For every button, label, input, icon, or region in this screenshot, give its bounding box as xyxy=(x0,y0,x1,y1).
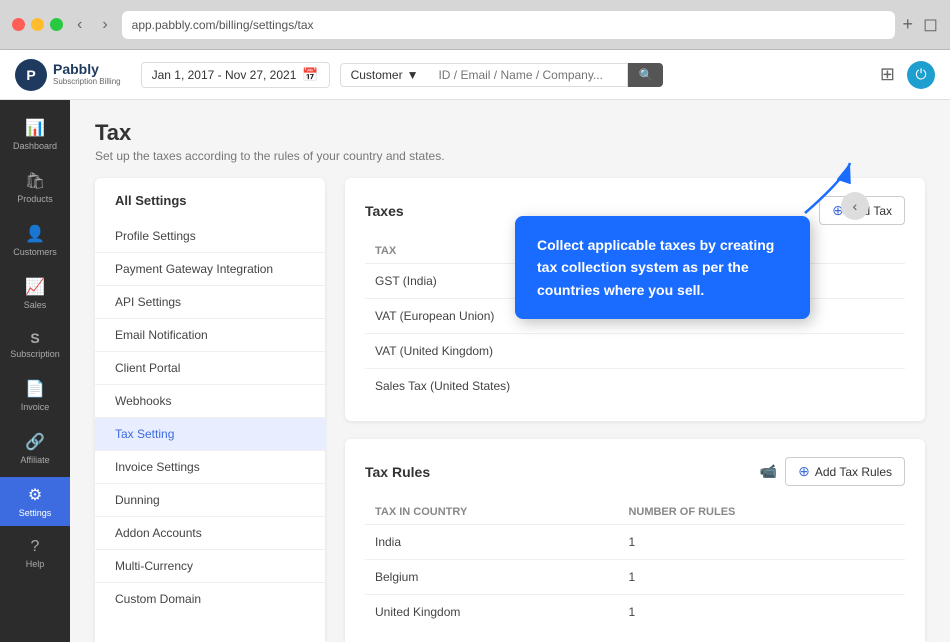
chevron-down-icon: ▼ xyxy=(407,68,419,82)
date-range-picker[interactable]: Jan 1, 2017 - Nov 27, 2021 📅 xyxy=(141,62,330,88)
new-tab-icon[interactable]: + xyxy=(903,14,914,35)
plus-circle-icon-rules: ⊕ xyxy=(798,463,810,480)
calendar-icon: 📅 xyxy=(302,67,318,83)
forward-button[interactable]: › xyxy=(96,14,113,36)
window-icon[interactable]: ◻ xyxy=(923,14,938,35)
close-btn[interactable] xyxy=(12,18,25,31)
browser-chrome: ‹ › app.pabbly.com/billing/settings/tax … xyxy=(0,0,950,50)
settings-nav-portal[interactable]: Client Portal xyxy=(95,352,325,385)
table-row: VAT (United Kingdom) xyxy=(365,334,905,369)
settings-nav-gateway[interactable]: Payment Gateway Integration xyxy=(95,253,325,286)
tax-rules-count-cell: 1 xyxy=(618,525,905,560)
sidebar-item-help[interactable]: ? Help xyxy=(0,530,70,577)
search-input[interactable] xyxy=(428,63,628,87)
tax-country-cell: United Kingdom xyxy=(365,595,618,630)
tax-country-cell: India xyxy=(365,525,618,560)
top-bar: P Pabbly Subscription Billing Jan 1, 201… xyxy=(0,50,950,100)
tax-rules-card: Tax Rules 📹 ⊕ Add Tax Rules xyxy=(345,439,925,642)
tax-rules-title: Tax Rules xyxy=(365,464,430,480)
products-icon: 🛍 xyxy=(25,171,45,191)
logo-area: P Pabbly Subscription Billing xyxy=(15,59,121,91)
tax-rules-card-header: Tax Rules 📹 ⊕ Add Tax Rules xyxy=(365,457,905,486)
dashboard-icon: 📊 xyxy=(25,118,45,138)
settings-nav-invoice[interactable]: Invoice Settings xyxy=(95,451,325,484)
tax-name-cell: VAT (United Kingdom) xyxy=(365,334,905,369)
power-button[interactable]: ⏻ xyxy=(907,61,935,89)
sidebar-item-customers[interactable]: 👤 Customers xyxy=(0,216,70,265)
video-icon: 📹 xyxy=(760,463,777,480)
help-icon: ? xyxy=(31,538,40,556)
tax-rules-table: TAX IN COUNTRY NUMBER OF RULES India 1 xyxy=(365,500,905,629)
settings-content: Taxes ⊕ Add Tax xyxy=(345,178,925,642)
sidebar-item-affiliate[interactable]: 🔗 Affiliate xyxy=(0,424,70,473)
arrow-pointer xyxy=(795,158,865,218)
logo-text: Pabbly Subscription Billing xyxy=(53,62,121,86)
settings-nav-dunning[interactable]: Dunning xyxy=(95,484,325,517)
table-row: Sales Tax (United States) xyxy=(365,369,905,404)
tax-tooltip: Collect applicable taxes by creating tax… xyxy=(515,216,810,319)
sidebar-item-invoice[interactable]: 📄 Invoice xyxy=(0,371,70,420)
table-row: United Kingdom 1 xyxy=(365,595,905,630)
page-title: Tax xyxy=(95,120,925,146)
logo-main-text: Pabbly xyxy=(53,62,121,77)
back-button[interactable]: ‹ xyxy=(71,14,88,36)
top-bar-right: ⊞ ⏻ xyxy=(880,61,935,89)
settings-nav-title: All Settings xyxy=(95,193,325,220)
content-area: Tax Set up the taxes according to the ru… xyxy=(70,100,950,642)
customer-label: Customer xyxy=(351,68,403,82)
tax-name-cell: Sales Tax (United States) xyxy=(365,369,905,404)
settings-icon: ⚙ xyxy=(28,485,42,505)
affiliate-icon: 🔗 xyxy=(25,432,45,452)
date-range-text: Jan 1, 2017 - Nov 27, 2021 xyxy=(152,68,297,82)
minimize-btn[interactable] xyxy=(31,18,44,31)
settings-nav-api[interactable]: API Settings xyxy=(95,286,325,319)
tax-rules-count-cell: 1 xyxy=(618,560,905,595)
logo-icon: P xyxy=(15,59,47,91)
customers-icon: 👤 xyxy=(25,224,45,244)
sidebar-item-subscription[interactable]: S Subscription xyxy=(0,322,70,367)
subscription-icon: S xyxy=(30,330,39,346)
url-bar[interactable]: app.pabbly.com/billing/settings/tax xyxy=(122,11,895,39)
tax-rules-count-header: NUMBER OF RULES xyxy=(618,500,905,525)
settings-layout: All Settings Profile Settings Payment Ga… xyxy=(95,178,925,642)
taxes-card: Taxes ⊕ Add Tax xyxy=(345,178,925,421)
logo-sub-text: Subscription Billing xyxy=(53,78,121,87)
maximize-btn[interactable] xyxy=(50,18,63,31)
search-button[interactable]: 🔍 xyxy=(628,63,663,87)
sidebar-item-settings[interactable]: ⚙ Settings xyxy=(0,477,70,526)
settings-nav-addon[interactable]: Addon Accounts xyxy=(95,517,325,550)
table-row: Belgium 1 xyxy=(365,560,905,595)
tax-country-header: TAX IN COUNTRY xyxy=(365,500,618,525)
app-container: P Pabbly Subscription Billing Jan 1, 201… xyxy=(0,50,950,642)
sidebar-item-products[interactable]: 🛍 Products xyxy=(0,163,70,212)
sidebar-item-sales[interactable]: 📈 Sales xyxy=(0,269,70,318)
settings-nav-email[interactable]: Email Notification xyxy=(95,319,325,352)
table-row: India 1 xyxy=(365,525,905,560)
traffic-lights xyxy=(12,18,63,31)
settings-nav-webhooks[interactable]: Webhooks xyxy=(95,385,325,418)
tax-country-cell: Belgium xyxy=(365,560,618,595)
sidebar-item-dashboard[interactable]: 📊 Dashboard xyxy=(0,110,70,159)
add-tax-rules-button[interactable]: ⊕ Add Tax Rules xyxy=(785,457,905,486)
page-header: Tax Set up the taxes according to the ru… xyxy=(95,120,925,163)
settings-nav-profile[interactable]: Profile Settings xyxy=(95,220,325,253)
sidebar: 📊 Dashboard 🛍 Products 👤 Customers 📈 Sal… xyxy=(0,100,70,642)
settings-nav-tax[interactable]: Tax Setting xyxy=(95,418,325,451)
customer-dropdown[interactable]: Customer ▼ xyxy=(340,63,429,87)
settings-nav: All Settings Profile Settings Payment Ga… xyxy=(95,178,325,642)
settings-nav-domain[interactable]: Custom Domain xyxy=(95,583,325,615)
sales-icon: 📈 xyxy=(25,277,45,297)
settings-nav-currency[interactable]: Multi-Currency xyxy=(95,550,325,583)
main-layout: 📊 Dashboard 🛍 Products 👤 Customers 📈 Sal… xyxy=(0,100,950,642)
browser-actions: + ◻ xyxy=(903,14,938,35)
grid-icon[interactable]: ⊞ xyxy=(880,64,895,85)
tax-rules-count-cell: 1 xyxy=(618,595,905,630)
invoice-icon: 📄 xyxy=(25,379,45,399)
taxes-card-title: Taxes xyxy=(365,203,404,219)
